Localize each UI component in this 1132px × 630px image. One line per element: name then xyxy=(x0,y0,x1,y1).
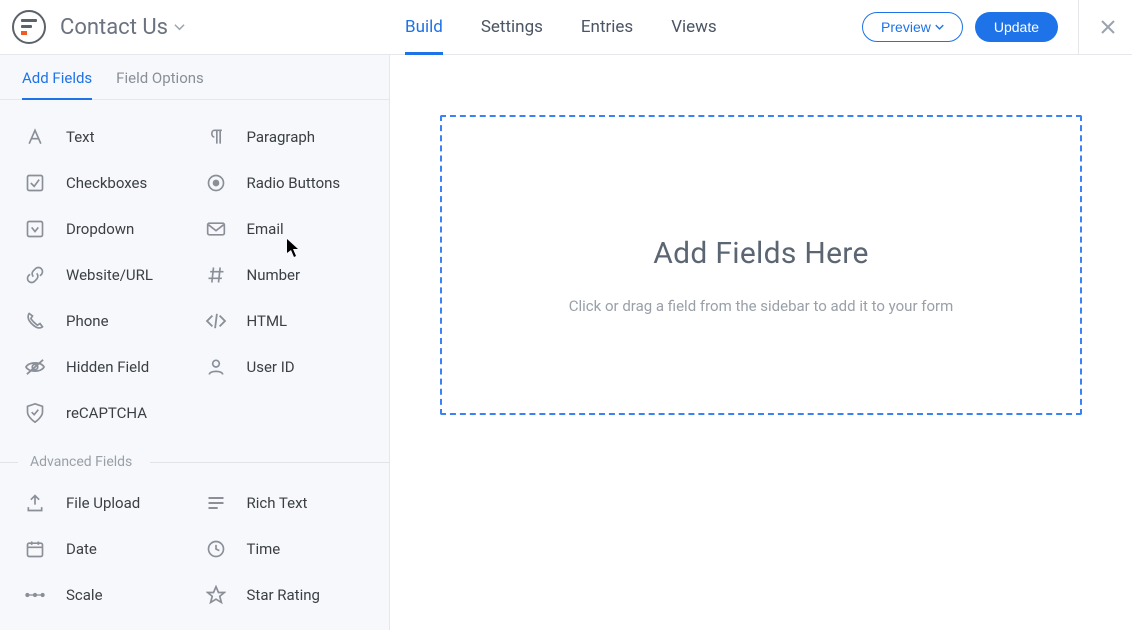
field-label: Rich Text xyxy=(247,494,308,512)
field-radio[interactable]: Radio Buttons xyxy=(195,160,376,206)
field-checkboxes[interactable]: Checkboxes xyxy=(14,160,195,206)
field-label: Number xyxy=(247,266,301,284)
chevron-down-icon xyxy=(174,23,185,31)
dropzone[interactable]: Add Fields Here Click or drag a field fr… xyxy=(440,115,1082,415)
field-number[interactable]: Number xyxy=(195,252,376,298)
app-body: Add Fields Field Options Text Paragraph … xyxy=(0,55,1132,630)
tab-label: Entries xyxy=(581,17,633,37)
chevron-down-icon xyxy=(935,24,944,30)
dropdown-icon xyxy=(22,218,48,240)
star-icon xyxy=(203,584,229,606)
close-button[interactable] xyxy=(1078,0,1116,55)
header-actions: Preview Update xyxy=(862,0,1116,55)
richtext-icon xyxy=(203,492,229,514)
advanced-fields-heading: Advanced Fields xyxy=(0,436,389,480)
main-nav-tabs: Build Settings Entries Views xyxy=(405,0,717,54)
hash-icon xyxy=(203,264,229,286)
scale-icon xyxy=(22,584,48,606)
field-file-upload[interactable]: File Upload xyxy=(14,480,195,526)
sidebar: Add Fields Field Options Text Paragraph … xyxy=(0,55,390,630)
field-label: reCAPTCHA xyxy=(66,404,147,422)
field-phone[interactable]: Phone xyxy=(14,298,195,344)
sidebar-tab-add-fields[interactable]: Add Fields xyxy=(22,69,92,99)
tab-build[interactable]: Build xyxy=(405,0,443,54)
link-icon xyxy=(22,264,48,286)
field-label: Checkboxes xyxy=(66,174,147,192)
field-date[interactable]: Date xyxy=(14,526,195,572)
field-label: Text xyxy=(66,128,95,146)
email-icon xyxy=(203,218,229,240)
tab-label: Views xyxy=(671,17,717,37)
field-label: Dropdown xyxy=(66,220,134,238)
dropzone-heading: Add Fields Here xyxy=(653,236,868,271)
field-label: Radio Buttons xyxy=(247,174,341,192)
heading-label: Advanced Fields xyxy=(30,454,132,470)
field-label: Website/URL xyxy=(66,266,153,284)
tab-views[interactable]: Views xyxy=(671,0,717,54)
field-label: HTML xyxy=(247,312,288,330)
field-scale[interactable]: Scale xyxy=(14,572,195,618)
tab-label: Build xyxy=(405,17,443,37)
letter-a-icon xyxy=(22,126,48,148)
form-title: Contact Us xyxy=(60,15,168,40)
tab-entries[interactable]: Entries xyxy=(581,0,633,54)
dropzone-subtext: Click or drag a field from the sidebar t… xyxy=(569,297,954,315)
field-html[interactable]: HTML xyxy=(195,298,376,344)
tab-label: Add Fields xyxy=(22,69,92,87)
tab-settings[interactable]: Settings xyxy=(481,0,543,54)
calendar-icon xyxy=(22,538,48,560)
field-rich-text[interactable]: Rich Text xyxy=(195,480,376,526)
field-label: Email xyxy=(247,220,284,238)
field-star-rating[interactable]: Star Rating xyxy=(195,572,376,618)
phone-icon xyxy=(22,310,48,332)
upload-icon xyxy=(22,492,48,514)
field-paragraph[interactable]: Paragraph xyxy=(195,114,376,160)
field-label: Time xyxy=(247,540,281,558)
tab-label: Settings xyxy=(481,17,543,37)
code-icon xyxy=(203,310,229,332)
button-label: Preview xyxy=(881,19,931,35)
field-label: Paragraph xyxy=(247,128,316,146)
hidden-icon xyxy=(22,356,48,378)
field-time[interactable]: Time xyxy=(195,526,376,572)
clock-icon xyxy=(203,538,229,560)
field-label: Scale xyxy=(66,586,103,604)
field-url[interactable]: Website/URL xyxy=(14,252,195,298)
field-label: Date xyxy=(66,540,97,558)
field-label: Hidden Field xyxy=(66,358,149,376)
field-label: Star Rating xyxy=(247,586,320,604)
paragraph-icon xyxy=(203,126,229,148)
sidebar-tabs: Add Fields Field Options xyxy=(0,55,389,100)
close-icon xyxy=(1100,19,1116,35)
field-hidden[interactable]: Hidden Field xyxy=(14,344,195,390)
app-logo xyxy=(12,10,46,44)
field-email[interactable]: Email xyxy=(195,206,376,252)
field-userid[interactable]: User ID xyxy=(195,344,376,390)
user-icon xyxy=(203,356,229,378)
field-dropdown[interactable]: Dropdown xyxy=(14,206,195,252)
form-title-dropdown[interactable]: Contact Us xyxy=(60,15,185,40)
app-header: Contact Us Build Settings Entries Views … xyxy=(0,0,1132,55)
preview-button[interactable]: Preview xyxy=(862,12,963,42)
tab-label: Field Options xyxy=(116,69,204,87)
update-button[interactable]: Update xyxy=(975,12,1058,42)
basic-fields-grid: Text Paragraph Checkboxes Radio Buttons … xyxy=(0,100,389,436)
shield-icon xyxy=(22,402,48,424)
field-label: User ID xyxy=(247,358,295,376)
radio-icon xyxy=(203,172,229,194)
field-text[interactable]: Text xyxy=(14,114,195,160)
checkbox-icon xyxy=(22,172,48,194)
form-canvas: Add Fields Here Click or drag a field fr… xyxy=(390,55,1132,630)
button-label: Update xyxy=(994,19,1039,35)
field-label: File Upload xyxy=(66,494,140,512)
sidebar-tab-field-options[interactable]: Field Options xyxy=(116,69,204,99)
field-recaptcha[interactable]: reCAPTCHA xyxy=(14,390,195,436)
field-label: Phone xyxy=(66,312,109,330)
advanced-fields-grid: File Upload Rich Text Date Time Scale St… xyxy=(0,480,389,618)
